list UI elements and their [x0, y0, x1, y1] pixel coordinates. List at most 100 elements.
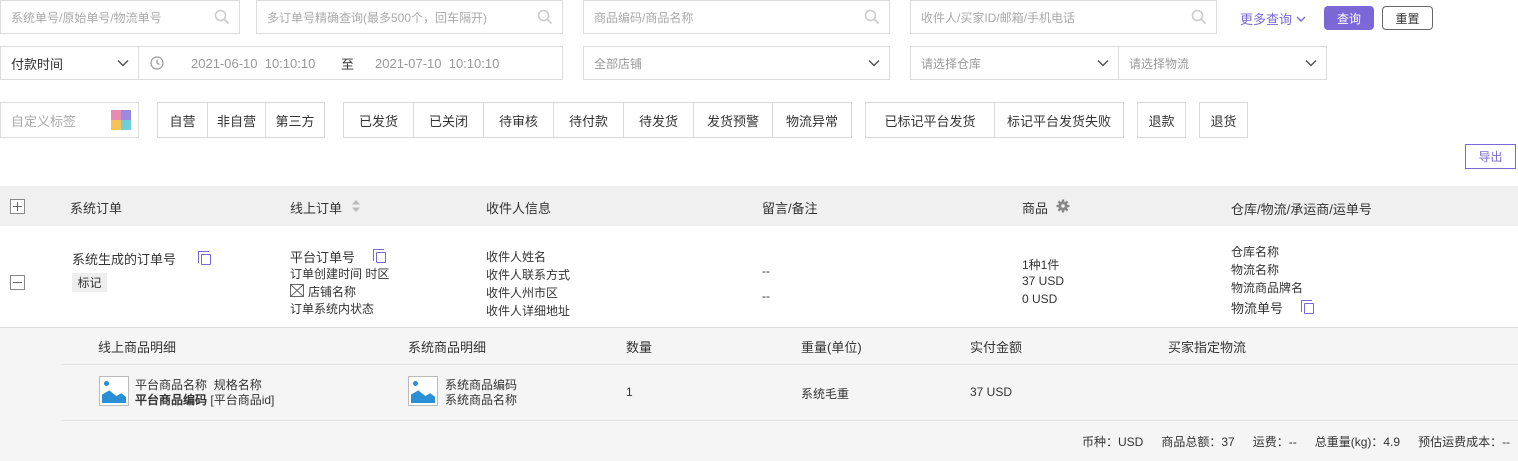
more-query-label: 更多查询 [1240, 12, 1293, 27]
platform-order-link[interactable]: 平台订单号 [290, 247, 355, 266]
col-warehouse-logistics: 仓库/物流/承运商/运单号 [1231, 202, 1372, 217]
buyer-message: -- [762, 264, 770, 278]
platform-item-code: 平台商品编码 [平台商品id] [135, 391, 274, 408]
filter-pending-review[interactable]: 待审核 [483, 102, 554, 138]
summary-total-weight: 总重量(kg)：4.9 [1314, 435, 1401, 449]
order-system-status: 订单系统内状态 [290, 302, 375, 316]
logistics-brand: 物流商品牌名 [1231, 281, 1304, 295]
multi-order-input[interactable]: 多订单号精确查询(最多500个，回车隔开) [256, 0, 563, 34]
filter-non-self-operated[interactable]: 非自营 [207, 102, 266, 138]
tag-placeholder: 自定义标签 [11, 113, 77, 129]
summary-shipping: 运费：-- [1252, 435, 1297, 449]
product-summary: 1种1件 [1022, 258, 1060, 272]
system-order-link[interactable]: 系统生成的订单号 [72, 249, 176, 268]
filter-return[interactable]: 退货 [1199, 102, 1248, 138]
time-type-select[interactable]: 付款时间 [0, 46, 139, 80]
warehouse-select[interactable]: 请选择仓库 [910, 46, 1119, 80]
multi-order-placeholder: 多订单号精确查询(最多500个，回车隔开) [267, 10, 488, 25]
recipient-contact: 收件人联系方式 [486, 268, 571, 282]
divider [62, 420, 1518, 421]
order-created-time: 订单创建时间 时区 [290, 267, 390, 281]
filter-pending-payment[interactable]: 待付款 [553, 102, 624, 138]
custom-tag-input[interactable]: 自定义标签 [0, 102, 139, 138]
col-paid-amount: 实付金额 [970, 340, 1023, 355]
filter-platform-mark-failed[interactable]: 标记平台发货失败 [994, 102, 1124, 138]
summary-total: 商品总额：37 [1161, 435, 1235, 449]
date-to[interactable]: 2021-07-10 10:10:10 [375, 56, 535, 71]
copy-icon[interactable] [198, 251, 211, 265]
query-button[interactable]: 查询 [1324, 6, 1374, 30]
copy-icon[interactable] [1301, 300, 1314, 314]
date-from[interactable]: 2021-06-10 10:10:10 [191, 56, 341, 71]
color-palette-icon[interactable] [104, 110, 138, 130]
recipient-name: 收件人姓名 [486, 250, 547, 264]
col-product: 商品 [1022, 201, 1049, 216]
product-search-input[interactable]: 商品编码/商品名称 [583, 0, 890, 34]
chevron-down-icon [859, 59, 889, 67]
filter-self-operated[interactable]: 自营 [157, 102, 208, 138]
seller-note: -- [762, 289, 770, 303]
chevron-down-icon [1296, 59, 1326, 67]
col-quantity: 数量 [626, 340, 653, 355]
spec-name: 规格名称 [213, 378, 262, 392]
recipient-placeholder: 收件人/买家ID/邮箱/手机电话 [921, 10, 1076, 25]
logistics-value: 请选择物流 [1129, 56, 1190, 71]
platform-product-id: [平台商品id] [210, 393, 275, 407]
export-button[interactable]: 导出 [1465, 144, 1516, 169]
search-icon[interactable] [205, 1, 239, 33]
shop-name: 店铺名称 [308, 285, 357, 299]
date-separator: 至 [341, 56, 355, 72]
search-icon[interactable] [855, 1, 889, 33]
product-image-icon [99, 376, 129, 406]
item-quantity: 1 [626, 385, 633, 399]
filter-closed[interactable]: 已关闭 [413, 102, 484, 138]
orders-table-header: 系统订单 线上订单 收件人信息 留言/备注 商品 仓库/物流/承运商/运单号 [0, 186, 1518, 226]
shop-value: 全部店铺 [594, 56, 643, 71]
reset-button[interactable]: 重置 [1382, 6, 1433, 30]
warehouse-value: 请选择仓库 [921, 56, 982, 71]
tag-badge[interactable]: 标记 [72, 273, 107, 292]
col-online-item: 线上商品明细 [98, 340, 177, 355]
warehouse-name: 仓库名称 [1231, 245, 1280, 259]
copy-icon[interactable] [373, 249, 386, 263]
tracking-number-link[interactable]: 物流单号 [1231, 298, 1283, 317]
recipient-search-input[interactable]: 收件人/买家ID/邮箱/手机电话 [910, 0, 1217, 34]
search-icon[interactable] [1182, 1, 1216, 33]
filter-third-party[interactable]: 第三方 [265, 102, 325, 138]
filter-refund[interactable]: 退款 [1137, 102, 1186, 138]
platform-product-name: 平台商品名称 [135, 378, 208, 392]
col-system-order: 系统订单 [70, 201, 123, 216]
logistics-name: 物流名称 [1231, 263, 1280, 277]
product-image-icon [408, 376, 438, 406]
product-extra-amount: 0 USD [1022, 292, 1058, 306]
filter-pending-shipment[interactable]: 待发货 [623, 102, 694, 138]
logistics-select[interactable]: 请选择物流 [1118, 46, 1327, 80]
recipient-region: 收件人州市区 [486, 286, 559, 300]
gear-icon[interactable] [1056, 199, 1070, 216]
detail-header [62, 327, 1518, 365]
order-detail-panel: 线上商品明细 系统商品明细 数量 重量(单位) 实付金额 买家指定物流 平台商品… [0, 327, 1518, 461]
col-weight: 重量(单位) [801, 340, 862, 355]
chevron-down-icon [108, 59, 138, 67]
search-icon[interactable] [528, 1, 562, 33]
col-recipient: 收件人信息 [486, 201, 552, 216]
sort-icon[interactable] [352, 200, 360, 215]
filter-shipping-warning[interactable]: 发货预警 [693, 102, 773, 138]
filter-shipped[interactable]: 已发货 [343, 102, 414, 138]
item-paid-amount: 37 USD [970, 385, 1013, 399]
shop-select[interactable]: 全部店铺 [583, 46, 890, 80]
filter-logistics-exception[interactable]: 物流异常 [772, 102, 852, 138]
col-online-order[interactable]: 线上订单 [290, 198, 342, 217]
col-remark: 留言/备注 [762, 201, 818, 216]
date-range-picker[interactable]: 2021-06-10 10:10:10 至 2021-07-10 10:10:1… [138, 46, 563, 80]
product-placeholder: 商品编码/商品名称 [594, 10, 694, 25]
expand-all-icon[interactable] [10, 199, 25, 214]
more-query-link[interactable]: 更多查询 [1240, 9, 1306, 28]
col-buyer-logistics: 买家指定物流 [1168, 340, 1247, 355]
item-weight: 系统毛重 [801, 387, 850, 401]
product-amount: 37 USD [1022, 274, 1065, 288]
system-product-name: 系统商品名称 [445, 393, 518, 407]
order-no-input[interactable]: 系统单号/原始单号/物流单号 [0, 0, 240, 34]
collapse-row-icon[interactable] [10, 275, 25, 290]
filter-platform-marked[interactable]: 已标记平台发货 [865, 102, 995, 138]
